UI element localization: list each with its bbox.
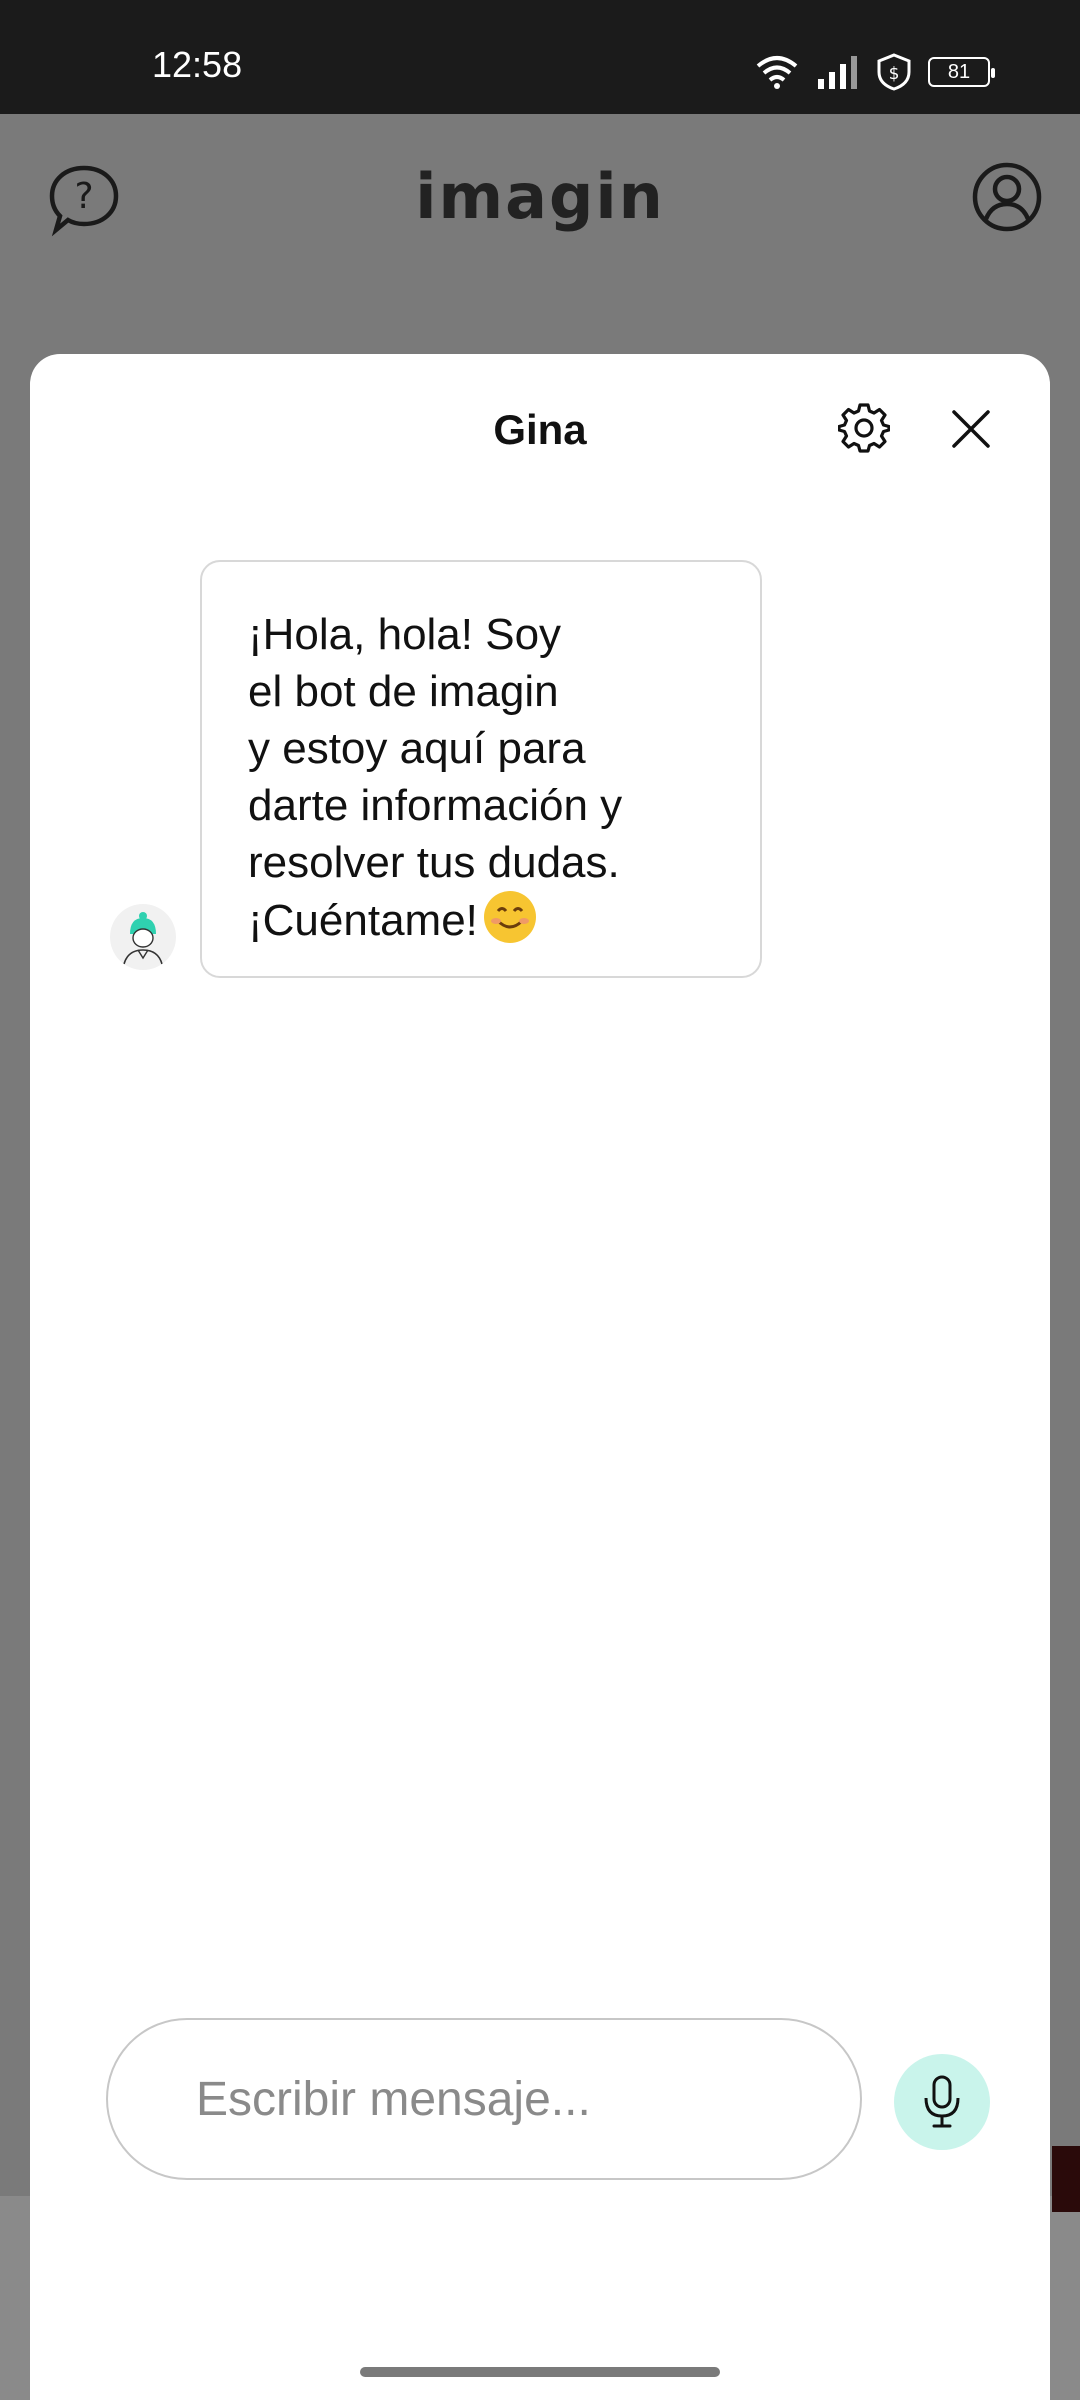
message-line: resolver tus dudas. bbox=[248, 838, 620, 887]
svg-text:$: $ bbox=[889, 64, 900, 84]
smiling-face-emoji bbox=[483, 891, 536, 943]
user-profile-icon[interactable] bbox=[972, 162, 1042, 232]
wifi-icon bbox=[756, 56, 798, 89]
chat-title: Gina bbox=[493, 406, 587, 453]
home-indicator[interactable] bbox=[360, 2367, 720, 2377]
bot-avatar bbox=[110, 904, 176, 970]
battery-icon: 81 bbox=[928, 57, 995, 87]
message-line: y estoy aquí para bbox=[248, 724, 586, 773]
message-line: ¡Hola, hola! Soy bbox=[248, 610, 562, 659]
microphone-icon bbox=[924, 2075, 960, 2128]
battery-level: 81 bbox=[947, 60, 971, 83]
message-line: darte información y bbox=[248, 781, 623, 830]
shield-icon: $ bbox=[877, 53, 911, 91]
status-icons: $ 81 bbox=[754, 52, 995, 92]
microphone-button[interactable] bbox=[894, 2054, 990, 2150]
chat-modal: Gina ¡Hola, hola! Soy el bot de imagin y… bbox=[30, 354, 1050, 2400]
app-header bbox=[0, 114, 1080, 354]
message-line-last: ¡Cuéntame! bbox=[248, 891, 714, 949]
message-input[interactable] bbox=[106, 2018, 862, 2180]
message-line: el bot de imagin bbox=[248, 667, 559, 716]
background-edge bbox=[1052, 2146, 1080, 2212]
status-bar: 12:58 $ 81 bbox=[0, 0, 1080, 114]
close-icon[interactable] bbox=[948, 406, 994, 452]
bot-message-bubble: ¡Hola, hola! Soy el bot de imagin y esto… bbox=[200, 560, 762, 978]
status-time: 12:58 bbox=[152, 44, 243, 85]
gear-icon[interactable] bbox=[838, 402, 890, 454]
brand-logo: imagin bbox=[415, 160, 665, 233]
message-line-text: ¡Cuéntame! bbox=[248, 896, 478, 945]
signal-icon bbox=[818, 56, 857, 89]
